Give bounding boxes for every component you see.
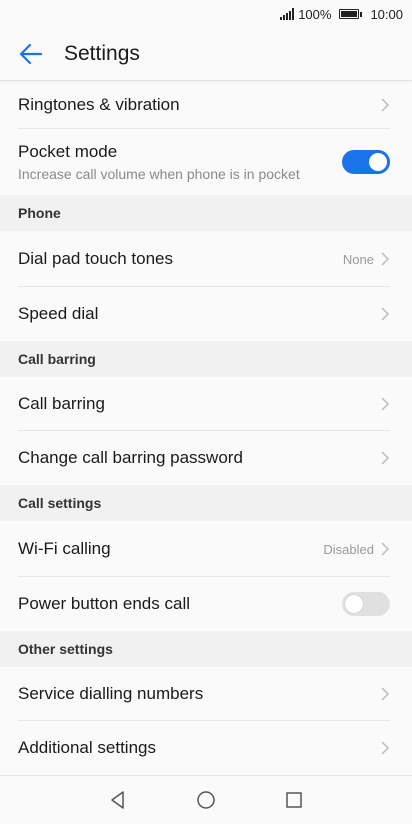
row-wifi-calling[interactable]: Wi-Fi calling Disabled: [0, 521, 412, 577]
row-label: Speed dial: [18, 304, 99, 323]
chevron-right-icon: [381, 98, 390, 112]
row-speed-dial[interactable]: Speed dial: [0, 287, 412, 341]
chevron-right-icon: [381, 397, 390, 411]
clock: 10:00: [370, 6, 403, 22]
section-header-call-barring: Call barring: [0, 341, 412, 377]
row-label: Additional settings: [18, 738, 156, 757]
row-dial-pad-touch-tones[interactable]: Dial pad touch tones None: [0, 231, 412, 287]
signal-icon: [280, 8, 295, 20]
settings-list: Ringtones & vibration Pocket mode Increa…: [0, 81, 412, 775]
navigation-bar: [0, 775, 412, 824]
status-bar: 100% 10:00: [0, 0, 412, 28]
row-label: Service dialling numbers: [18, 684, 204, 703]
row-value: None: [342, 251, 374, 267]
row-label: Ringtones & vibration: [18, 95, 180, 114]
row-pocket-mode[interactable]: Pocket mode Increase call volume when ph…: [0, 129, 412, 195]
square-recent-icon[interactable]: [283, 789, 305, 811]
chevron-right-icon: [381, 451, 390, 465]
arrow-left-icon[interactable]: [18, 41, 44, 67]
app-bar: Settings: [0, 28, 412, 81]
chevron-right-icon: [381, 252, 390, 266]
row-label: Dial pad touch tones: [18, 249, 173, 268]
row-power-button-ends-call[interactable]: Power button ends call: [0, 577, 412, 631]
row-call-barring[interactable]: Call barring: [0, 377, 412, 431]
row-service-dialling-numbers[interactable]: Service dialling numbers: [0, 667, 412, 721]
row-label: Wi-Fi calling: [18, 539, 111, 558]
row-sublabel: Increase call volume when phone is in po…: [18, 166, 300, 182]
chevron-right-icon: [381, 307, 390, 321]
power-button-ends-call-toggle[interactable]: [342, 592, 390, 616]
chevron-right-icon: [381, 542, 390, 556]
row-label: Change call barring password: [18, 448, 243, 467]
battery-percent: 100%: [298, 6, 332, 22]
circle-home-icon[interactable]: [195, 789, 217, 811]
row-value: Disabled: [323, 541, 374, 557]
row-additional-settings[interactable]: Additional settings: [0, 721, 412, 775]
row-label: Pocket mode: [18, 142, 118, 161]
row-ringtones-vibration[interactable]: Ringtones & vibration: [0, 81, 412, 129]
chevron-right-icon: [381, 687, 390, 701]
section-header-call-settings: Call settings: [0, 485, 412, 521]
triangle-back-icon[interactable]: [107, 789, 129, 811]
section-header-other-settings: Other settings: [0, 631, 412, 667]
chevron-right-icon: [381, 741, 390, 755]
pocket-mode-toggle[interactable]: [342, 150, 390, 174]
row-label: Call barring: [18, 394, 105, 413]
section-header-phone: Phone: [0, 195, 412, 231]
row-change-call-barring-password[interactable]: Change call barring password: [0, 431, 412, 485]
battery-icon: [339, 9, 363, 19]
page-title: Settings: [64, 42, 140, 65]
row-label: Power button ends call: [18, 594, 190, 613]
